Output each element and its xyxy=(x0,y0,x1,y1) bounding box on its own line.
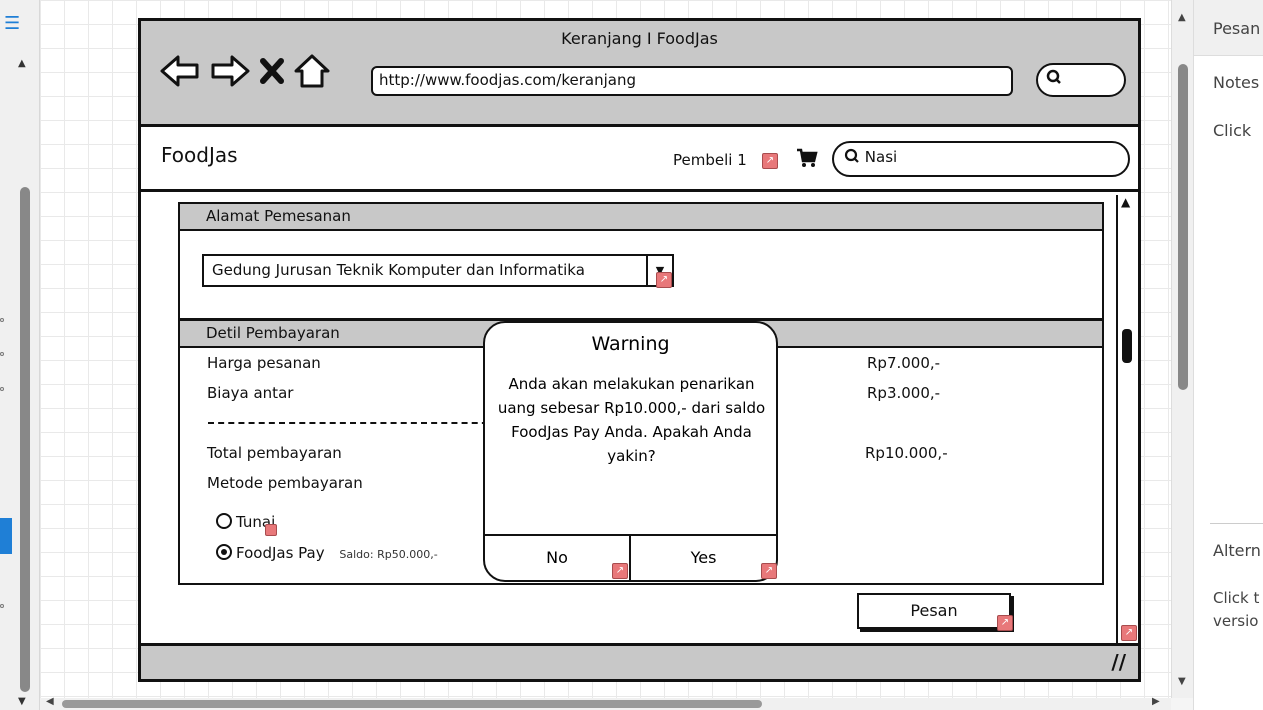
total-label: Total pembayaran xyxy=(207,444,342,462)
order-button[interactable]: Pesan xyxy=(857,593,1011,629)
search-value: Nasi xyxy=(864,148,898,166)
option-pay-label: FoodJas Pay xyxy=(236,544,325,562)
link-icon: ↗ xyxy=(612,563,628,579)
scroll-down-arrow[interactable]: ▼ xyxy=(18,696,26,707)
scroll-right-arrow[interactable]: ▶ xyxy=(1152,696,1160,707)
dot-icon xyxy=(0,352,4,356)
left-selection-marker xyxy=(0,518,12,554)
page-scroll-thumb[interactable] xyxy=(1122,329,1132,363)
address-header: Alamat Pemesanan xyxy=(180,204,1102,231)
radio-foodjas-pay[interactable] xyxy=(216,544,232,560)
notes-hint: Click xyxy=(1213,121,1252,140)
forward-arrow-icon[interactable] xyxy=(209,54,251,92)
balance-label: Saldo: Rp50.000,- xyxy=(339,548,438,561)
dot-icon xyxy=(0,387,4,391)
dialog-title: Warning xyxy=(591,333,670,355)
dot-icon xyxy=(0,604,4,608)
dialog-message: Anda akan melakukan penarikan uang sebes… xyxy=(497,375,766,465)
browser-nav xyxy=(159,53,331,93)
page-scrollbar[interactable]: ▲ xyxy=(1116,195,1138,645)
delivery-fee-label: Biaya antar xyxy=(207,384,294,402)
search-icon xyxy=(844,148,865,166)
panel-divider xyxy=(1210,523,1263,524)
link-icon: ↗ xyxy=(1121,625,1137,641)
link-icon: ↗ xyxy=(656,272,672,288)
product-search-input[interactable]: Nasi xyxy=(832,141,1130,177)
canvas-vertical-scrollbar[interactable]: ▲ ▼ xyxy=(1171,0,1193,698)
scroll-up-arrow[interactable]: ▲ xyxy=(18,58,26,69)
link-icon: ↗ xyxy=(762,153,778,169)
vertical-scroll-thumb[interactable] xyxy=(1178,64,1188,390)
delivery-fee-value: Rp3.000,- xyxy=(867,384,941,402)
browser-statusbar: // xyxy=(141,643,1138,679)
radio-cash[interactable] xyxy=(216,513,232,529)
horizontal-scroll-thumb[interactable] xyxy=(62,700,762,708)
address-panel: Alamat Pemesanan Gedung Jurusan Teknik K… xyxy=(178,202,1104,320)
search-icon xyxy=(1046,69,1062,89)
brand-logo[interactable]: FoodJas xyxy=(161,143,238,167)
window-title: Keranjang I FoodJas xyxy=(561,29,718,48)
canvas-horizontal-scrollbar[interactable]: ◀ ▶ xyxy=(40,696,1171,710)
address-bar[interactable]: http://www.foodjas.com/keranjang xyxy=(371,66,1013,96)
dot-icon xyxy=(0,318,4,322)
alternates-label: Altern xyxy=(1213,541,1261,560)
payment-method-label: Metode pembayaran xyxy=(207,474,363,492)
yes-button[interactable]: Yes xyxy=(631,536,776,580)
link-icon: ↗ xyxy=(997,615,1013,631)
divider-line xyxy=(208,422,498,424)
panel-tab[interactable]: Pesan xyxy=(1194,0,1263,56)
scroll-up-arrow[interactable]: ▲ xyxy=(1121,195,1130,209)
warning-dialog: Warning Anda akan melakukan penarikan ua… xyxy=(483,321,778,582)
resize-grip-icon[interactable]: // xyxy=(1111,650,1126,674)
no-button[interactable]: No xyxy=(485,536,631,580)
scroll-left-arrow[interactable]: ◀ xyxy=(46,696,54,707)
link-icon: ↗ xyxy=(761,563,777,579)
back-arrow-icon[interactable] xyxy=(159,54,201,92)
home-icon[interactable] xyxy=(293,53,331,93)
scroll-down-arrow[interactable]: ▼ xyxy=(1178,676,1186,687)
alternates-hint-2: versio xyxy=(1213,612,1259,630)
notes-label: Notes xyxy=(1213,73,1260,92)
total-value: Rp10.000,- xyxy=(865,444,948,462)
scroll-up-arrow[interactable]: ▲ xyxy=(1178,12,1186,23)
address-input[interactable]: Gedung Jurusan Teknik Komputer dan Infor… xyxy=(202,254,672,287)
order-price-label: Harga pesanan xyxy=(207,354,321,372)
order-price-value: Rp7.000,- xyxy=(867,354,941,372)
left-sidebar: ☰ ▲ ▼ xyxy=(0,0,40,710)
app-header: FoodJas Pembeli 1 ↗ Nasi xyxy=(141,127,1138,192)
link-icon xyxy=(265,524,277,536)
left-scroll-thumb[interactable] xyxy=(20,187,30,692)
user-label: Pembeli 1 xyxy=(673,151,747,169)
properties-panel: Pesan Notes Click Altern Click t versio xyxy=(1193,0,1263,710)
browser-titlebar: Keranjang I FoodJas http://www.foodjas.c… xyxy=(141,21,1138,127)
stop-icon[interactable] xyxy=(259,56,285,90)
alternates-hint: Click t xyxy=(1213,589,1260,607)
browser-search-box[interactable] xyxy=(1036,63,1126,97)
menu-icon[interactable]: ☰ xyxy=(4,15,22,33)
cart-icon[interactable] xyxy=(796,148,818,173)
option-foodjas-pay[interactable]: FoodJas Pay Saldo: Rp50.000,- xyxy=(216,544,438,562)
user-name[interactable]: Pembeli 1 xyxy=(673,151,747,169)
